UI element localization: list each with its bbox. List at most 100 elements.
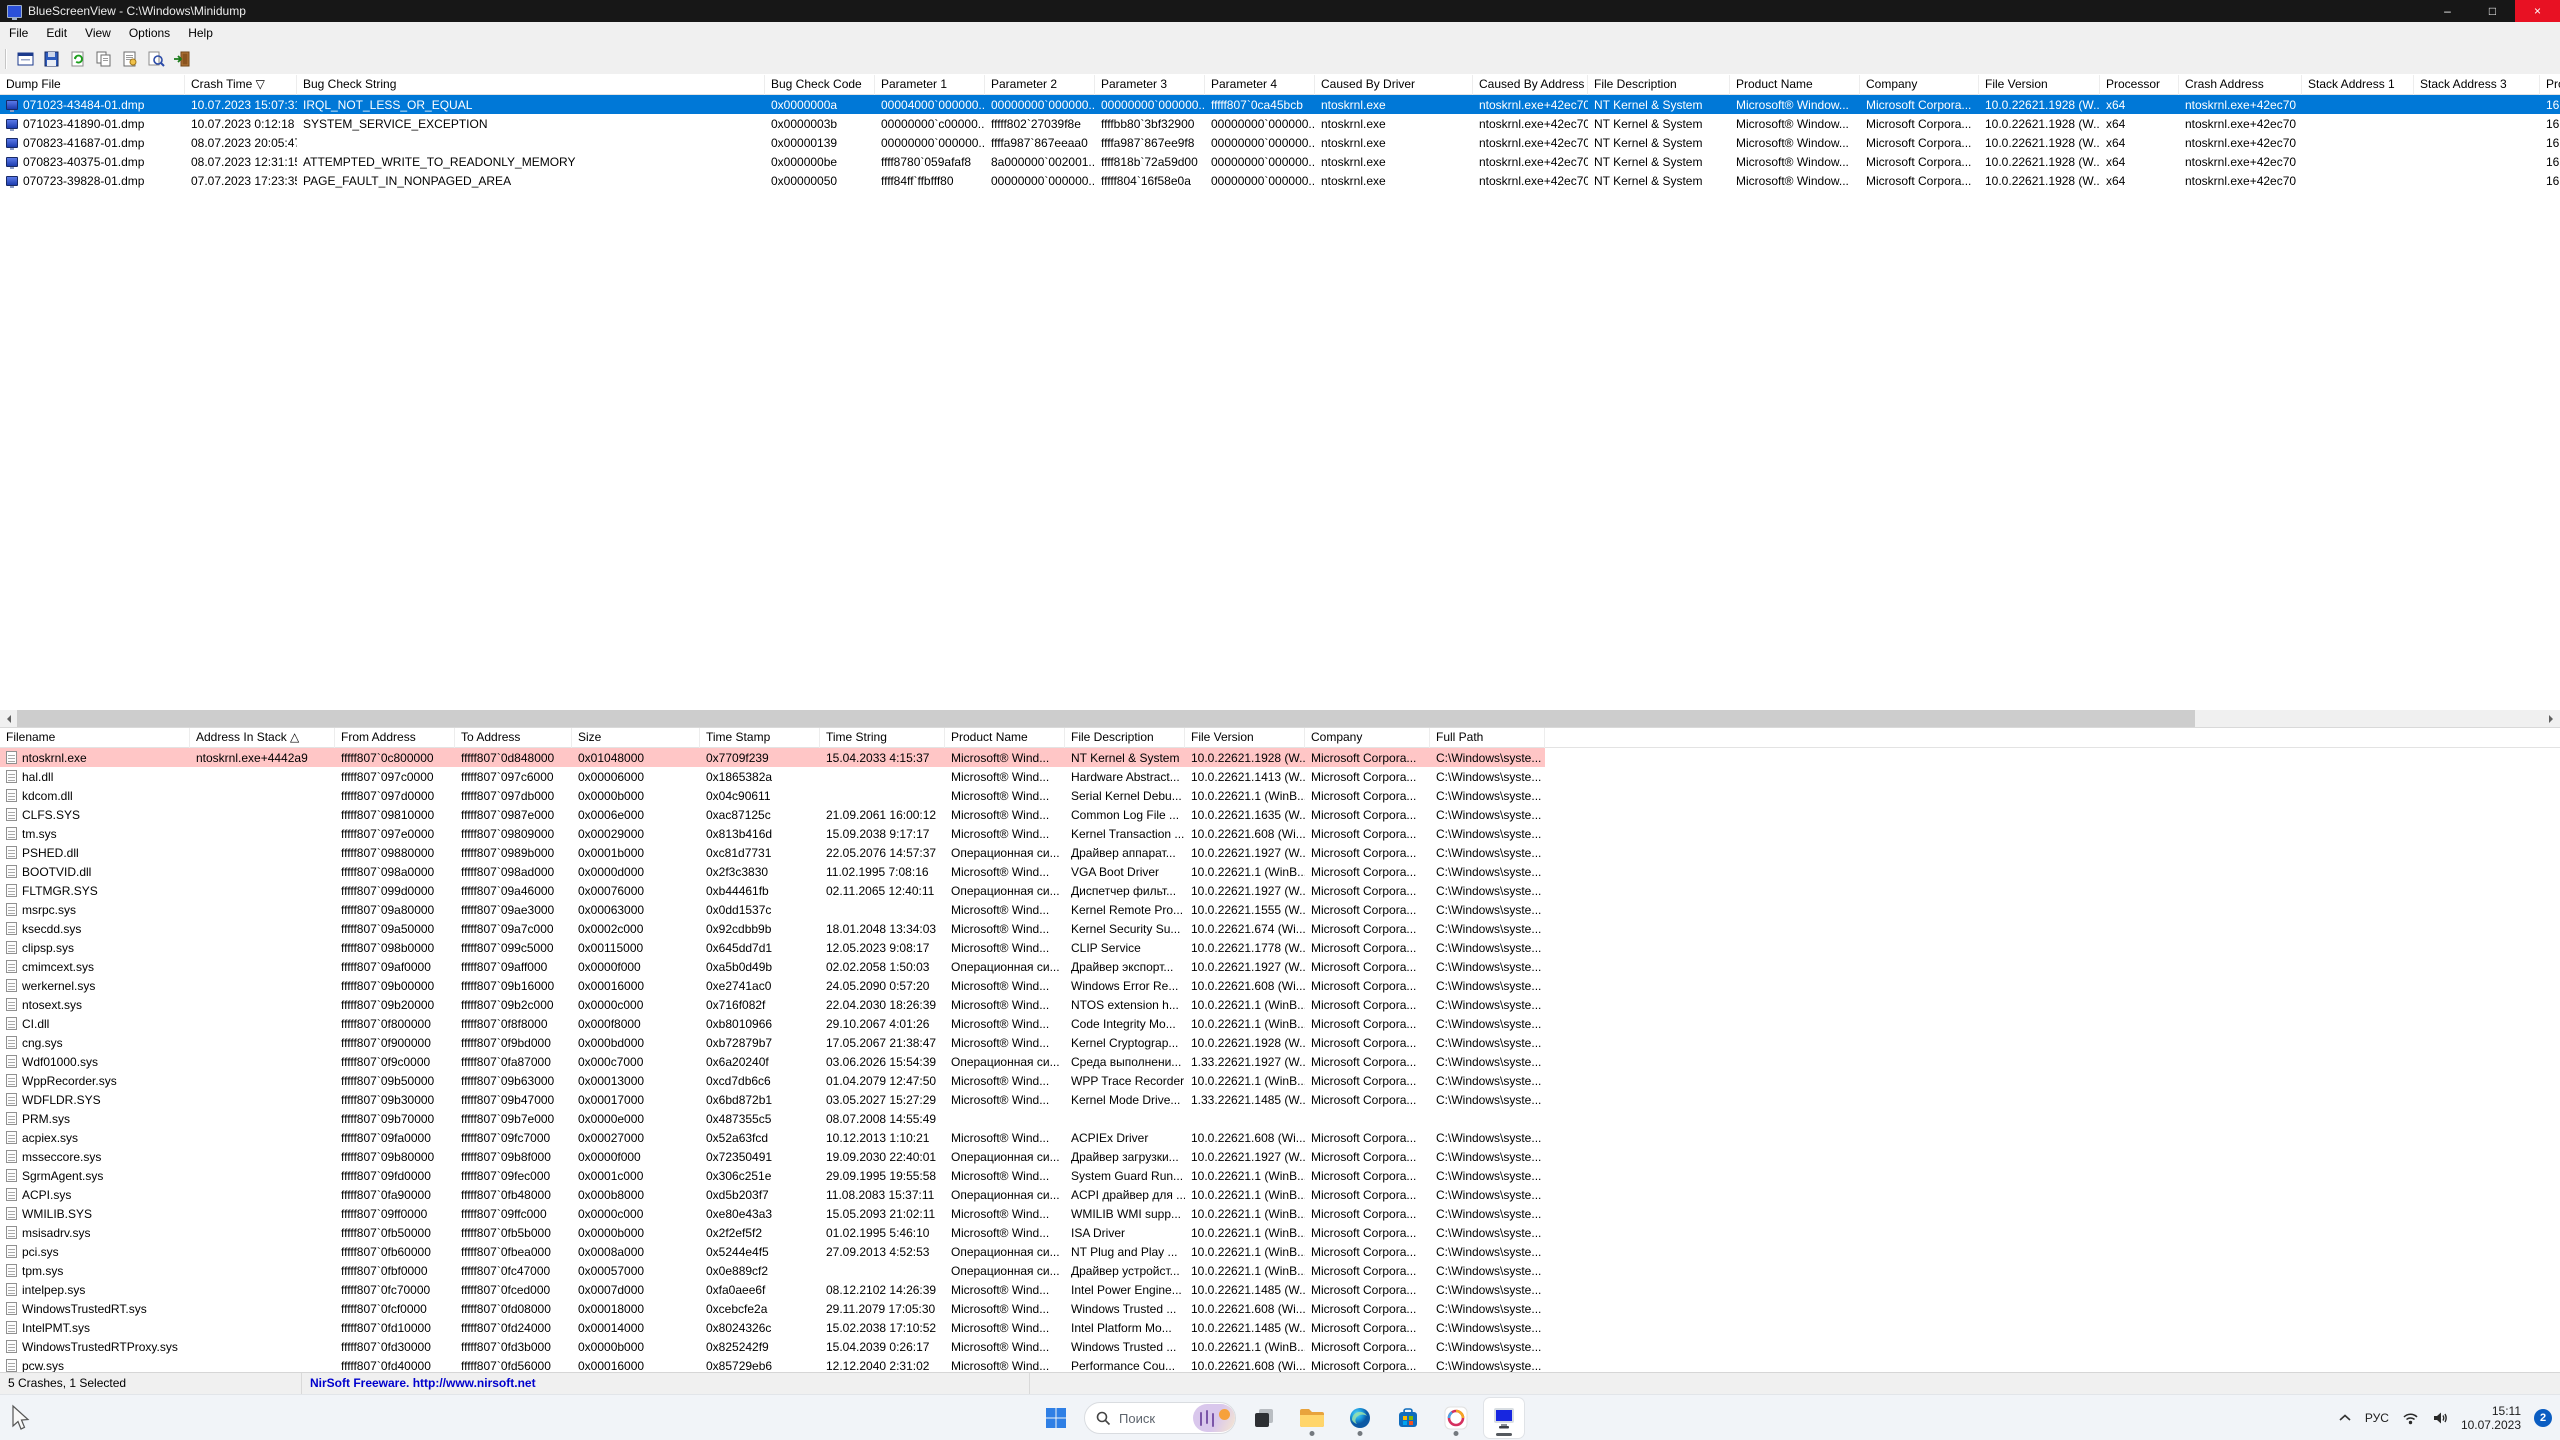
advanced-options-button[interactable] <box>13 47 39 71</box>
driver-row[interactable]: WindowsTrustedRT.sys fffff807`0fcf0000 f… <box>0 1299 1545 1318</box>
driver-row[interactable]: cmimcext.sys fffff807`09af0000 fffff807`… <box>0 957 1545 976</box>
driver-row[interactable]: msrpc.sys fffff807`09a80000 fffff807`09a… <box>0 900 1545 919</box>
driver-row[interactable]: PSHED.dll fffff807`09880000 fffff807`098… <box>0 843 1545 862</box>
column-header[interactable]: Company <box>1305 728 1430 748</box>
column-header[interactable]: Address In Stack △ <box>190 728 335 748</box>
driver-row[interactable]: tm.sys fffff807`097e0000 fffff807`098090… <box>0 824 1545 843</box>
column-header[interactable]: Parameter 3 <box>1095 75 1205 95</box>
microsoft-store-button[interactable] <box>1388 1398 1428 1438</box>
column-header[interactable]: Caused By Driver <box>1315 75 1473 95</box>
column-header[interactable]: File Version <box>1185 728 1305 748</box>
file-explorer-button[interactable] <box>1292 1398 1332 1438</box>
column-header[interactable]: Dump File <box>0 75 185 95</box>
column-header[interactable]: Parameter 2 <box>985 75 1095 95</box>
column-header[interactable]: Crash Time ▽ <box>185 75 297 95</box>
search-box[interactable]: Поиск <box>1084 1402 1236 1434</box>
column-header[interactable]: Stack Address 1 <box>2302 75 2414 95</box>
driver-row[interactable]: cng.sys fffff807`0f900000 fffff807`0f9bd… <box>0 1033 1545 1052</box>
column-header[interactable]: Product Name <box>945 728 1065 748</box>
column-header[interactable]: Parameter 1 <box>875 75 985 95</box>
weather-widget-thumbnail[interactable] <box>1193 1404 1235 1432</box>
bluescreenview-taskbar-button[interactable] <box>1484 1398 1524 1438</box>
driver-row[interactable]: CI.dll fffff807`0f800000 fffff807`0f8f80… <box>0 1014 1545 1033</box>
column-header[interactable]: Filename <box>0 728 190 748</box>
hidden-icons-chevron[interactable] <box>2338 1413 2352 1423</box>
copy-button[interactable] <box>91 47 117 71</box>
crash-row[interactable]: 070823-41687-01.dmp 08.07.2023 20:05:47 … <box>0 133 2560 152</box>
driver-row[interactable]: BOOTVID.dll fffff807`098a0000 fffff807`0… <box>0 862 1545 881</box>
scroll-right-button[interactable] <box>2543 710 2560 727</box>
column-header[interactable]: To Address <box>455 728 572 748</box>
driver-row[interactable]: WDFLDR.SYS fffff807`09b30000 fffff807`09… <box>0 1090 1545 1109</box>
language-indicator[interactable]: РУС <box>2365 1411 2389 1425</box>
column-header[interactable]: From Address <box>335 728 455 748</box>
close-button[interactable]: × <box>2515 0 2560 22</box>
driver-row[interactable]: PRM.sys fffff807`09b70000 fffff807`09b7e… <box>0 1109 1545 1128</box>
properties-button[interactable] <box>117 47 143 71</box>
driver-row[interactable]: werkernel.sys fffff807`09b00000 fffff807… <box>0 976 1545 995</box>
column-header[interactable]: File Version <box>1979 75 2100 95</box>
column-header[interactable]: File Description <box>1065 728 1185 748</box>
driver-row[interactable]: IntelPMT.sys fffff807`0fd10000 fffff807`… <box>0 1318 1545 1337</box>
driver-row[interactable]: WMILIB.SYS fffff807`09ff0000 fffff807`09… <box>0 1204 1545 1223</box>
scroll-left-button[interactable] <box>0 710 17 727</box>
driver-row[interactable]: pci.sys fffff807`0fb60000 fffff807`0fbea… <box>0 1242 1545 1261</box>
driver-row[interactable]: WindowsTrustedRTProxy.sys fffff807`0fd30… <box>0 1337 1545 1356</box>
edge-button[interactable] <box>1340 1398 1380 1438</box>
start-button[interactable] <box>1036 1398 1076 1438</box>
driver-row[interactable]: ntosext.sys fffff807`09b20000 fffff807`0… <box>0 995 1545 1014</box>
column-header[interactable]: Stack Address 3 <box>2414 75 2540 95</box>
nirsoft-freeware-link[interactable]: NirSoft Freeware. http://www.nirsoft.net <box>302 1373 1030 1394</box>
driver-row[interactable]: CLFS.SYS fffff807`09810000 fffff807`0987… <box>0 805 1545 824</box>
adobe-creative-cloud-button[interactable] <box>1436 1398 1476 1438</box>
crash-row[interactable]: 071023-43484-01.dmp 10.07.2023 15:07:31 … <box>0 95 2560 114</box>
column-header[interactable]: Product Name <box>1730 75 1860 95</box>
driver-row[interactable]: intelpep.sys fffff807`0fc70000 fffff807`… <box>0 1280 1545 1299</box>
save-button[interactable] <box>39 47 65 71</box>
menu-item[interactable]: View <box>76 22 120 44</box>
notification-badge[interactable]: 2 <box>2534 1409 2552 1427</box>
exit-button[interactable] <box>169 47 195 71</box>
driver-row[interactable]: msisadrv.sys fffff807`0fb50000 fffff807`… <box>0 1223 1545 1242</box>
column-header[interactable]: Crash Address <box>2179 75 2302 95</box>
clock[interactable]: 15:11 10.07.2023 <box>2461 1404 2521 1432</box>
maximize-button[interactable]: □ <box>2470 0 2515 22</box>
column-header[interactable]: File Description <box>1588 75 1730 95</box>
column-header[interactable]: Time String <box>820 728 945 748</box>
driver-row[interactable]: SgrmAgent.sys fffff807`09fd0000 fffff807… <box>0 1166 1545 1185</box>
driver-row[interactable]: tpm.sys fffff807`0fbf0000 fffff807`0fc47… <box>0 1261 1545 1280</box>
driver-row[interactable]: msseccore.sys fffff807`09b80000 fffff807… <box>0 1147 1545 1166</box>
driver-row[interactable]: pcw.sys fffff807`0fd40000 fffff807`0fd56… <box>0 1356 1545 1372</box>
horizontal-scrollbar[interactable] <box>0 710 2560 727</box>
column-header[interactable]: Processor <box>2100 75 2179 95</box>
driver-row[interactable]: FLTMGR.SYS fffff807`099d0000 fffff807`09… <box>0 881 1545 900</box>
network-icon[interactable] <box>2402 1412 2419 1425</box>
driver-row[interactable]: acpiex.sys fffff807`09fa0000 fffff807`09… <box>0 1128 1545 1147</box>
column-header[interactable]: Pro <box>2540 75 2560 95</box>
minimize-button[interactable]: – <box>2425 0 2470 22</box>
menu-item[interactable]: Options <box>120 22 179 44</box>
driver-row[interactable]: kdcom.dll fffff807`097d0000 fffff807`097… <box>0 786 1545 805</box>
column-header[interactable]: Full Path <box>1430 728 1545 748</box>
driver-row[interactable]: ntoskrnl.exe ntoskrnl.exe+4442a9 fffff80… <box>0 748 1545 767</box>
column-header[interactable]: Bug Check String <box>297 75 765 95</box>
column-header[interactable]: Caused By Address <box>1473 75 1588 95</box>
find-button[interactable] <box>143 47 169 71</box>
column-header[interactable]: Company <box>1860 75 1979 95</box>
column-header[interactable]: Parameter 4 <box>1205 75 1315 95</box>
refresh-button[interactable] <box>65 47 91 71</box>
driver-row[interactable]: ACPI.sys fffff807`0fa90000 fffff807`0fb4… <box>0 1185 1545 1204</box>
crash-row[interactable]: 071023-41890-01.dmp 10.07.2023 0:12:18 S… <box>0 114 2560 133</box>
driver-row[interactable]: hal.dll fffff807`097c0000 fffff807`097c6… <box>0 767 1545 786</box>
menu-item[interactable]: Edit <box>37 22 76 44</box>
driver-row[interactable]: clipsp.sys fffff807`098b0000 fffff807`09… <box>0 938 1545 957</box>
menu-item[interactable]: Help <box>179 22 222 44</box>
task-view-button[interactable] <box>1244 1398 1284 1438</box>
crash-row[interactable]: 070823-40375-01.dmp 08.07.2023 12:31:15 … <box>0 152 2560 171</box>
driver-row[interactable]: ksecdd.sys fffff807`09a50000 fffff807`09… <box>0 919 1545 938</box>
menu-item[interactable]: File <box>0 22 37 44</box>
crash-row[interactable]: 070723-39828-01.dmp 07.07.2023 17:23:35 … <box>0 171 2560 190</box>
column-header[interactable]: Size <box>572 728 700 748</box>
driver-row[interactable]: Wdf01000.sys fffff807`0f9c0000 fffff807`… <box>0 1052 1545 1071</box>
volume-icon[interactable] <box>2432 1411 2448 1425</box>
